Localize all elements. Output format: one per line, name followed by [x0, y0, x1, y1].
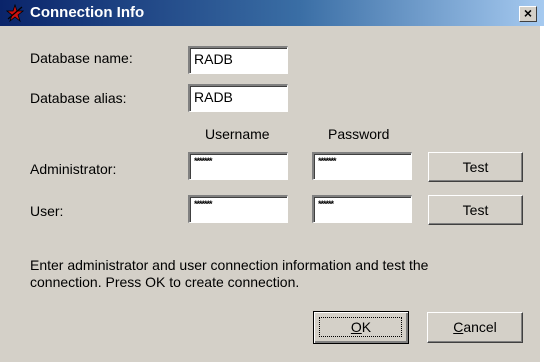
- database-name-field[interactable]: RADB: [188, 46, 288, 74]
- user-label: User:: [30, 203, 64, 219]
- user-test-button[interactable]: Test: [428, 195, 523, 225]
- admin-password-field[interactable]: *******: [312, 152, 412, 180]
- password-column-header: Password: [328, 126, 390, 142]
- admin-username-field[interactable]: *******: [188, 152, 288, 180]
- close-icon: ×: [523, 5, 533, 21]
- cancel-mnemonic: C: [453, 319, 464, 335]
- instructions-text: Enter administrator and user connection …: [30, 257, 429, 290]
- user-password-field[interactable]: ******: [312, 195, 412, 223]
- username-column-header: Username: [205, 126, 270, 142]
- admin-test-button[interactable]: Test: [428, 152, 523, 182]
- cancel-label: Cancel: [453, 319, 497, 335]
- window-edge: [540, 26, 544, 362]
- database-alias-field[interactable]: RADB: [188, 84, 288, 112]
- ok-label-rest: K: [361, 319, 372, 335]
- database-alias-label: Database alias:: [30, 90, 127, 106]
- cancel-label-rest: ancel: [463, 319, 497, 335]
- window-title: Connection Info: [30, 4, 145, 21]
- admin-test-label: Test: [462, 159, 489, 175]
- administrator-label: Administrator:: [30, 161, 117, 177]
- cancel-button[interactable]: Cancel: [427, 312, 523, 343]
- ok-button[interactable]: OK: [313, 311, 409, 344]
- user-username-field[interactable]: *******: [188, 195, 288, 223]
- connection-info-dialog: Connection Info × Database name: RADB Da…: [0, 0, 544, 362]
- title-bar[interactable]: Connection Info ×: [0, 0, 544, 26]
- ok-mnemonic: O: [350, 319, 362, 335]
- database-name-label: Database name:: [30, 50, 133, 66]
- close-button[interactable]: ×: [519, 6, 537, 22]
- user-test-label: Test: [462, 202, 489, 218]
- red-star-icon: [6, 4, 24, 22]
- ok-label: OK: [351, 319, 371, 335]
